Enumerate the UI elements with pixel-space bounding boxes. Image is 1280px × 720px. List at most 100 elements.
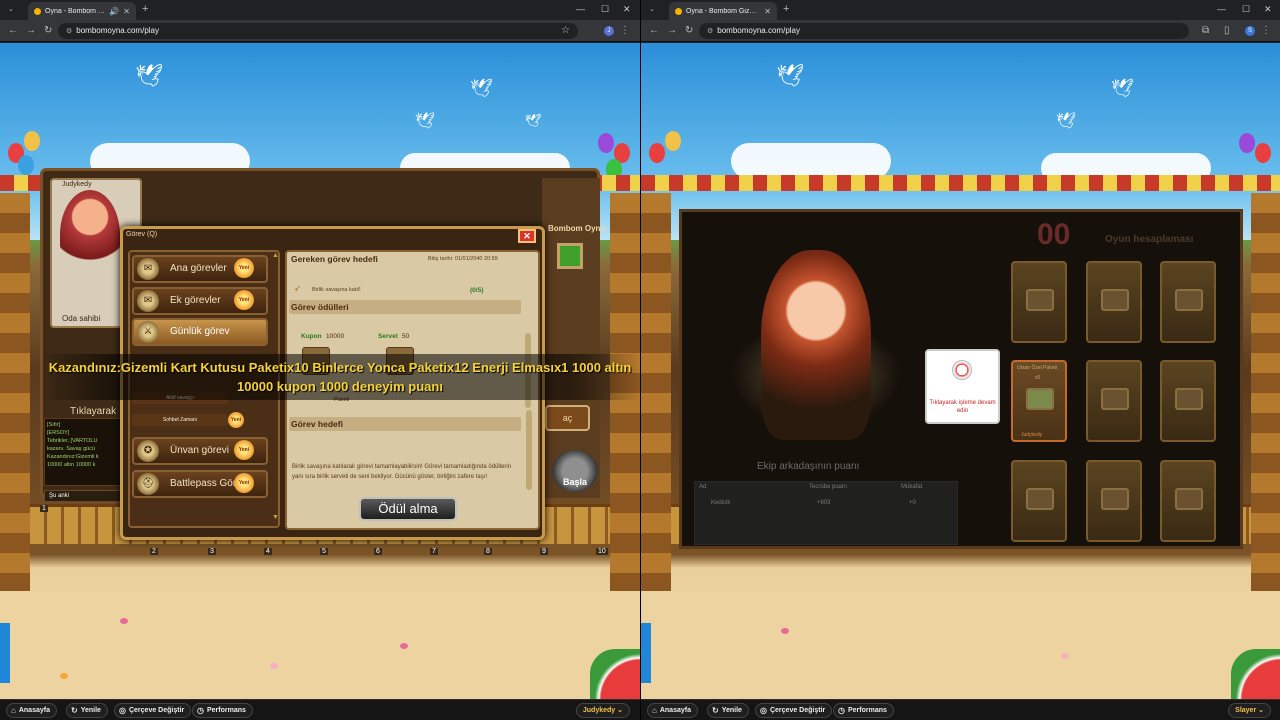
balloon <box>665 131 681 151</box>
reward-card[interactable] <box>1160 261 1216 343</box>
reward-card[interactable] <box>1160 460 1216 542</box>
new-tab-icon[interactable]: + <box>783 3 789 15</box>
refresh-button[interactable]: ↻ Yenile <box>66 703 108 718</box>
maximize-icon[interactable]: ☐ <box>1242 4 1250 15</box>
bottom-bar: ⌂ Anasayfa ↻ Yenile ◎ Çerçeve Değiştir ◷ Per… <box>0 699 640 720</box>
tab-title: Oyna - Bombom Gizemler Diya <box>686 7 761 15</box>
maximize-icon[interactable]: ☐ <box>601 4 609 15</box>
menu-icon[interactable]: ⋮ <box>620 25 630 36</box>
room-color-button[interactable] <box>557 243 583 269</box>
frame-label: Çerçeve Değiştir <box>128 707 185 714</box>
slot-number: 4 <box>264 548 272 555</box>
reward-card[interactable] <box>1086 261 1142 343</box>
servet-value: 50 <box>402 333 410 340</box>
site-info-icon[interactable]: ⚙ <box>66 28 72 35</box>
sand-ground <box>641 591 1280 699</box>
refresh-label: Yenile <box>721 707 742 714</box>
performance-button[interactable]: ◷ Performans <box>833 703 894 718</box>
sidebar-icon[interactable]: ▯ <box>1224 25 1230 36</box>
browser-tab[interactable]: Oyna - Bombom Gizemler İ 🔊 ✕ <box>28 2 136 20</box>
mute-icon[interactable]: 🔊 <box>109 7 119 16</box>
address-input[interactable]: ⚙ bombomoyna.com/play <box>58 23 578 39</box>
chest-icon <box>1175 388 1203 410</box>
minimize-icon[interactable]: — <box>1217 4 1226 14</box>
servet-label: Servet <box>378 333 398 340</box>
browser-tab[interactable]: Oyna - Bombom Gizemler Diya ✕ <box>669 2 777 20</box>
performance-icon: ◷ <box>838 706 845 715</box>
reload-icon[interactable]: ↻ <box>685 25 693 36</box>
claim-reward-button[interactable]: Ödül alma <box>359 497 457 521</box>
medal-icon: ✪ <box>137 440 159 462</box>
reward-card[interactable] <box>1086 460 1142 542</box>
team-score-table <box>694 481 958 545</box>
start-button[interactable]: Başla <box>552 450 598 492</box>
seagull-icon: 🕊 <box>776 63 804 88</box>
scroll-down-icon[interactable]: ▼ <box>272 514 279 521</box>
seagull-icon: 🕊 <box>470 78 493 98</box>
close-window-icon[interactable]: ✕ <box>623 4 631 15</box>
scroll-up-icon[interactable]: ▲ <box>272 252 279 259</box>
frame-button[interactable]: ◎ Çerçeve Değiştir <box>755 703 833 718</box>
shell-icon <box>400 643 408 649</box>
refresh-button[interactable]: ↻ Yenile <box>707 703 749 718</box>
home-button[interactable]: ⌂ Anasayfa <box>6 703 57 718</box>
minimize-icon[interactable]: — <box>576 4 585 14</box>
forward-icon[interactable]: → <box>26 25 36 36</box>
back-icon[interactable]: ← <box>649 25 659 36</box>
table-header: Ad <box>699 484 707 490</box>
kupon-value: 10000 <box>326 333 345 340</box>
goal-header: Görev hedefi <box>291 419 343 429</box>
table-cell: +803 <box>817 500 831 506</box>
new-tab-icon[interactable]: + <box>142 3 148 15</box>
back-icon[interactable]: ← <box>8 25 18 36</box>
sand-ground <box>0 591 640 699</box>
user-menu[interactable]: Judykedy ⌄ <box>575 703 630 718</box>
shovel-icon <box>0 623 10 683</box>
forward-icon[interactable]: → <box>667 25 677 36</box>
chest-icon <box>1101 488 1129 510</box>
chat-line: [Sıfır] <box>47 422 61 428</box>
tab-close-icon[interactable]: ✕ <box>123 7 130 16</box>
sub-quest-item[interactable]: Sohbet Zamanı <box>132 414 228 426</box>
user-name: Judykedy <box>582 707 616 714</box>
user-menu[interactable]: Slayer ⌄ <box>1228 703 1271 718</box>
profile-avatar[interactable]: S <box>1245 26 1255 36</box>
seagull-icon: 🕊 <box>1056 113 1077 130</box>
table-cell: +0 <box>909 500 916 506</box>
frame-icon: ◎ <box>760 706 767 715</box>
reward-card[interactable] <box>1011 261 1067 343</box>
home-button[interactable]: ⌂ Anasayfa <box>647 703 698 718</box>
balloon <box>24 131 40 151</box>
task-item: Birlik savaşına katıl! <box>312 287 361 293</box>
close-dialog-button[interactable]: ✕ <box>518 229 536 243</box>
open-button[interactable]: aç <box>545 405 590 431</box>
menu-icon[interactable]: ⋮ <box>1261 25 1271 36</box>
shovel-icon <box>641 623 651 683</box>
address-input[interactable]: ⚙ bombomoyna.com/play <box>699 23 1189 39</box>
swords-icon: ⚔ <box>137 321 159 343</box>
player-name: Judykedy <box>62 181 92 188</box>
new-badge: Yeni <box>228 412 244 428</box>
reward-card-opened[interactable] <box>1011 360 1067 442</box>
extensions-icon[interactable]: ⧉ <box>1202 25 1209 36</box>
tab-bar: ⌄ Oyna - Bombom Gizemler İ 🔊 ✕ + — ☐ ✕ <box>0 0 640 20</box>
close-window-icon[interactable]: ✕ <box>1264 4 1272 15</box>
balloon <box>1239 133 1255 153</box>
tab-close-icon[interactable]: ✕ <box>764 7 771 16</box>
reward-card[interactable] <box>1160 360 1216 442</box>
balloon <box>598 133 614 153</box>
bookmark-star-icon[interactable]: ☆ <box>561 25 570 36</box>
performance-button[interactable]: ◷ Performans <box>192 703 253 718</box>
goal-scrollbar[interactable] <box>526 410 532 490</box>
reward-card[interactable] <box>1011 460 1067 542</box>
profile-avatar[interactable]: J <box>604 26 614 36</box>
reload-icon[interactable]: ↻ <box>44 25 52 36</box>
click-hint[interactable]: Tıklayarak <box>70 406 116 417</box>
site-info-icon[interactable]: ⚙ <box>707 28 713 35</box>
tab-search-icon[interactable]: ⌄ <box>649 5 655 13</box>
shell-icon <box>1061 653 1069 659</box>
reward-card[interactable] <box>1086 360 1142 442</box>
refresh-label: Yenile <box>80 707 101 714</box>
frame-button[interactable]: ◎ Çerçeve Değiştir <box>114 703 192 718</box>
tab-search-icon[interactable]: ⌄ <box>8 5 14 13</box>
